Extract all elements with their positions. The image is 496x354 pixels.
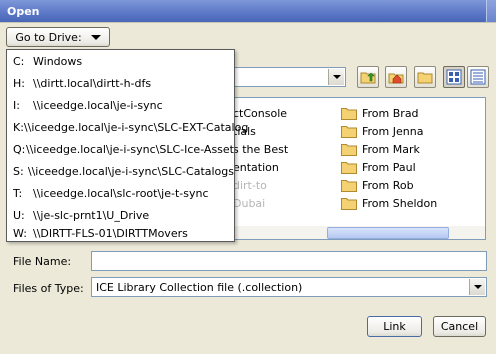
look-in-dropdown-arrow[interactable]	[328, 69, 344, 85]
list-item[interactable]: From Paul	[341, 159, 416, 175]
folder-icon	[341, 107, 357, 120]
home-button[interactable]	[385, 66, 407, 88]
window-title: Open	[7, 5, 40, 18]
file-type-value: ICE Library Collection file (.collection…	[96, 281, 303, 294]
cancel-button[interactable]: Cancel	[433, 316, 486, 337]
drive-dropdown-menu: C: Windows H: \\dirtt.local\dirtt-h-dfs I:…	[6, 49, 248, 242]
folder-icon	[341, 161, 357, 174]
file-type-label: Files of Type:	[13, 282, 84, 295]
list-view-button[interactable]	[443, 66, 465, 88]
drive-item-u[interactable]: U: \\je-slc-prnt1\U_Drive	[7, 204, 234, 226]
drive-item-s[interactable]: S: \\iceedge.local\je-i-sync\SLC-Catalogs	[7, 160, 234, 182]
go-to-drive-button[interactable]: Go to Drive:	[6, 27, 110, 47]
title-bar-edge	[486, 0, 496, 22]
list-item[interactable]: s the Best	[233, 141, 288, 157]
list-item[interactable]: dirt-to	[233, 177, 267, 193]
details-view-button[interactable]	[467, 66, 489, 88]
drive-item-t[interactable]: T: \\iceedge.local\slc-root\je-t-sync	[7, 182, 234, 204]
up-one-level-button[interactable]	[357, 66, 379, 88]
file-type-select[interactable]: ICE Library Collection file (.collection…	[91, 277, 487, 297]
drive-item-i[interactable]: I: \\iceedge.local\je-i-sync	[7, 94, 234, 116]
file-name-input[interactable]	[92, 252, 486, 270]
drive-item-c[interactable]: C: Windows	[7, 50, 234, 72]
list-item[interactable]: From Mark	[341, 141, 420, 157]
drive-item-k[interactable]: K: \\iceedge.local\je-i-sync\SLC-EXT-Cata…	[7, 116, 248, 138]
folder-icon	[341, 179, 357, 192]
look-in-combo[interactable]	[232, 67, 346, 87]
file-name-field[interactable]	[91, 251, 487, 271]
drive-item-q[interactable]: Q: \\iceedge.local\je-i-sync\SLC-Ice-Asse…	[7, 138, 234, 160]
folder-icon	[341, 125, 357, 138]
list-item[interactable]: Dubai	[233, 195, 265, 211]
chevron-down-icon	[90, 34, 101, 40]
list-item[interactable]: From Brad	[341, 105, 419, 121]
link-button[interactable]: Link	[367, 316, 422, 337]
list-item[interactable]: From Rob	[341, 177, 414, 193]
drive-item-h[interactable]: H: \\dirtt.local\dirtt-h-dfs	[7, 72, 234, 94]
list-item[interactable]: From Sheldon	[341, 195, 437, 211]
file-name-label: File Name:	[13, 255, 72, 268]
go-to-drive-label: Go to Drive:	[15, 30, 82, 44]
folder-icon	[341, 197, 357, 210]
list-item[interactable]: From Jenna	[341, 123, 423, 139]
new-folder-button[interactable]	[414, 66, 436, 88]
file-type-dropdown-arrow[interactable]	[469, 279, 485, 295]
drive-item-w[interactable]: W: \\DIRTT-FLS-01\DIRTTMovers	[7, 224, 234, 242]
folder-icon	[341, 143, 357, 156]
list-item[interactable]: entation	[233, 159, 279, 175]
scrollbar-thumb[interactable]	[327, 227, 449, 239]
list-item[interactable]: ctConsole	[233, 105, 287, 121]
title-bar[interactable]: Open	[0, 0, 496, 22]
